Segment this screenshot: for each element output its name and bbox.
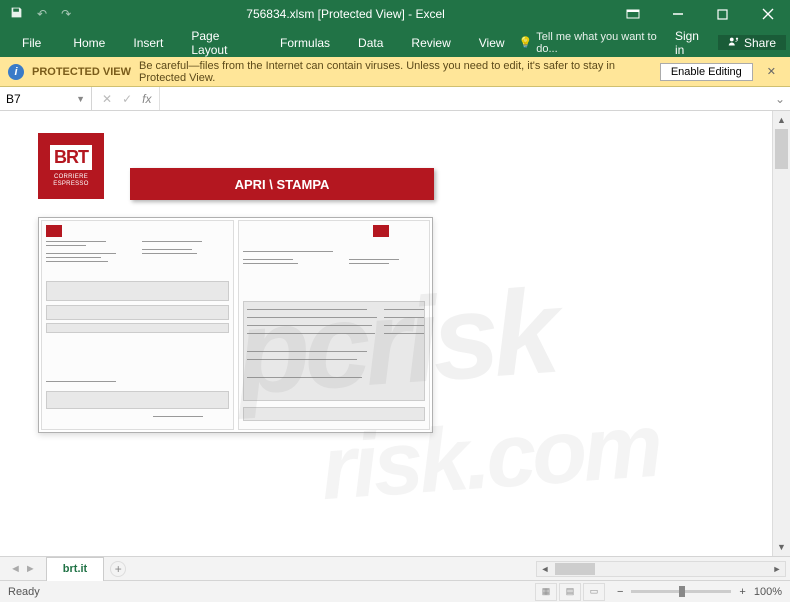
- tab-view[interactable]: View: [465, 28, 519, 57]
- tab-insert[interactable]: Insert: [119, 28, 177, 57]
- scroll-thumb[interactable]: [775, 129, 788, 169]
- view-pagelayout-icon[interactable]: ▤: [559, 583, 581, 601]
- undo-icon[interactable]: ↶: [37, 7, 47, 21]
- name-box[interactable]: B7 ▼: [0, 87, 92, 110]
- cancel-formula-icon: ✕: [102, 92, 112, 106]
- document-preview: [38, 217, 433, 433]
- document-page-2: [238, 220, 431, 430]
- enable-editing-button[interactable]: Enable Editing: [660, 63, 753, 81]
- tab-home[interactable]: Home: [59, 28, 119, 57]
- bulb-icon: 💡: [519, 36, 533, 49]
- protected-view-bar: i PROTECTED VIEW Be careful—files from t…: [0, 57, 790, 87]
- maximize-icon[interactable]: [700, 0, 745, 28]
- chevron-down-icon[interactable]: ▼: [76, 94, 85, 104]
- share-button[interactable]: Share: [718, 35, 786, 50]
- tellme-search[interactable]: 💡 Tell me what you want to do...: [519, 31, 665, 55]
- zoom-level[interactable]: 100%: [754, 586, 782, 598]
- scroll-right-icon[interactable]: ►: [769, 564, 785, 574]
- protected-view-text: Be careful—files from the Internet can c…: [139, 60, 652, 84]
- accept-formula-icon: ✓: [122, 92, 132, 106]
- document-page-1: [41, 220, 234, 430]
- brt-mini-logo-icon: [46, 225, 62, 237]
- scroll-up-icon[interactable]: ▲: [773, 111, 790, 129]
- hscroll-thumb[interactable]: [555, 563, 595, 575]
- vertical-scrollbar[interactable]: ▲ ▼: [772, 111, 790, 556]
- scroll-left-icon[interactable]: ◄: [537, 564, 553, 574]
- save-icon[interactable]: [10, 6, 23, 22]
- window-title: 756834.xlsm [Protected View] - Excel: [81, 7, 610, 21]
- sheet-nav-next-icon[interactable]: ►: [25, 563, 36, 575]
- minimize-icon[interactable]: [655, 0, 700, 28]
- tab-review[interactable]: Review: [397, 28, 464, 57]
- close-msgbar-icon[interactable]: ✕: [761, 65, 782, 78]
- close-icon[interactable]: [745, 0, 790, 28]
- redo-icon[interactable]: ↷: [61, 7, 71, 21]
- scroll-down-icon[interactable]: ▼: [773, 538, 790, 556]
- share-icon: [728, 35, 740, 50]
- protected-view-label: PROTECTED VIEW: [32, 66, 131, 78]
- sheet-tab-brt[interactable]: brt.it: [46, 557, 104, 581]
- sheet-nav-prev-icon[interactable]: ◄: [10, 563, 21, 575]
- view-pagebreak-icon[interactable]: ▭: [583, 583, 605, 601]
- formula-input[interactable]: [159, 87, 770, 110]
- horizontal-scrollbar[interactable]: ◄ ►: [536, 561, 786, 577]
- zoom-slider[interactable]: [631, 590, 731, 593]
- zoom-out-button[interactable]: −: [617, 586, 623, 598]
- tab-page-layout[interactable]: Page Layout: [177, 28, 266, 57]
- status-ready: Ready: [8, 586, 40, 598]
- zoom-in-button[interactable]: +: [739, 586, 745, 598]
- view-normal-icon[interactable]: ▦: [535, 583, 557, 601]
- info-icon: i: [8, 64, 24, 80]
- tab-data[interactable]: Data: [344, 28, 397, 57]
- add-sheet-button[interactable]: +: [110, 561, 126, 577]
- expand-formula-icon[interactable]: ⌄: [770, 92, 790, 106]
- tab-formulas[interactable]: Formulas: [266, 28, 344, 57]
- signin-button[interactable]: Sign in: [665, 29, 718, 57]
- tab-file[interactable]: File: [4, 28, 59, 57]
- fx-icon[interactable]: fx: [142, 92, 159, 106]
- ribbon-options-icon[interactable]: [610, 0, 655, 28]
- brt-logo: BRT CORRIERE ESPRESSO: [38, 133, 104, 199]
- worksheet-area[interactable]: BRT CORRIERE ESPRESSO APRI \ STAMPA: [0, 111, 772, 556]
- brt-mini-logo-icon: [373, 225, 389, 237]
- apri-stampa-button[interactable]: APRI \ STAMPA: [130, 168, 434, 200]
